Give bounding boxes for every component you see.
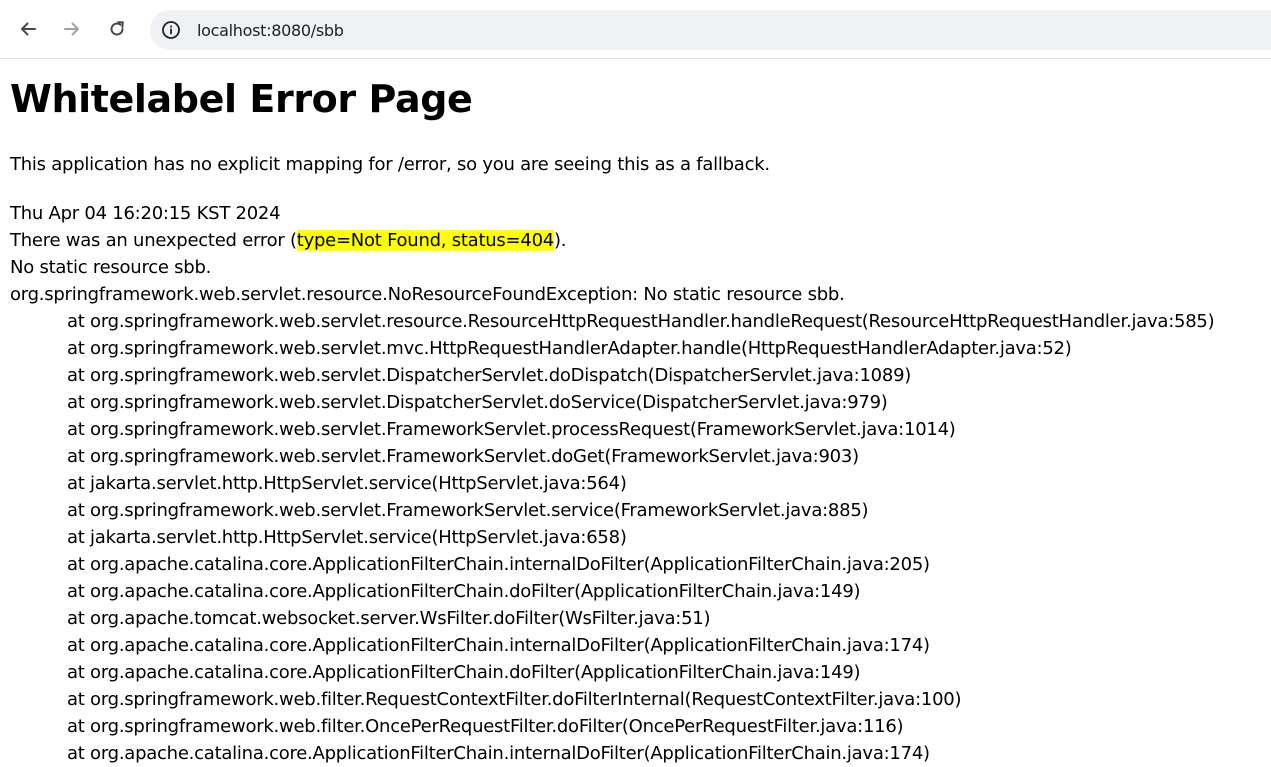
stack-trace-line: at jakarta.servlet.http.HttpServlet.serv…	[67, 473, 627, 494]
arrow-left-icon	[21, 22, 36, 36]
error-details: Thu Apr 04 16:20:15 KST 2024 There was a…	[10, 200, 1215, 767]
error-message: No static resource sbb.	[10, 257, 212, 278]
stack-trace-line: at org.apache.catalina.core.ApplicationF…	[67, 635, 930, 656]
stack-trace-line: at jakarta.servlet.http.HttpServlet.serv…	[67, 527, 627, 548]
page-title: Whitelabel Error Page	[10, 77, 473, 121]
reload-button[interactable]	[101, 13, 133, 45]
reload-icon	[110, 21, 124, 36]
stack-trace: at org.springframework.web.servlet.resou…	[10, 308, 1215, 767]
stack-trace-line: at org.apache.catalina.core.ApplicationF…	[67, 662, 861, 683]
stack-trace-line: at org.springframework.web.servlet.Dispa…	[67, 392, 888, 413]
address-bar[interactable]: localhost:8080/sbb	[150, 10, 1271, 50]
stack-trace-line: at org.springframework.web.servlet.Frame…	[67, 446, 859, 467]
stack-trace-line: at org.springframework.web.filter.Reques…	[67, 689, 962, 710]
back-button[interactable]	[12, 13, 44, 45]
error-status-line: There was an unexpected error (type=Not …	[10, 227, 1214, 254]
exception-line: org.springframework.web.servlet.resource…	[10, 284, 845, 305]
error-timestamp: Thu Apr 04 16:20:15 KST 2024	[10, 203, 281, 224]
stack-trace-line: at org.apache.catalina.core.ApplicationF…	[67, 581, 861, 602]
url-text[interactable]: localhost:8080/sbb	[197, 21, 344, 40]
stack-trace-line: at org.springframework.web.filter.OncePe…	[67, 716, 904, 737]
stack-trace-line: at org.springframework.web.servlet.Frame…	[67, 419, 956, 440]
stack-trace-line: at org.apache.catalina.core.ApplicationF…	[67, 743, 930, 764]
stack-trace-line: at org.springframework.web.servlet.mvc.H…	[67, 338, 1072, 359]
stack-trace-line: at org.springframework.web.servlet.Frame…	[67, 500, 869, 521]
stack-trace-line: at org.springframework.web.servlet.Dispa…	[67, 365, 912, 386]
stack-trace-line: at org.springframework.web.servlet.resou…	[67, 311, 1215, 332]
fallback-message: This application has no explicit mapping…	[10, 154, 770, 175]
arrow-right-icon	[64, 22, 79, 36]
info-circle-icon	[162, 21, 180, 39]
stack-trace-line: at org.apache.catalina.core.ApplicationF…	[67, 554, 930, 575]
error-suffix: ).	[553, 230, 567, 251]
forward-button[interactable]	[56, 13, 88, 45]
error-type-status: type=Not Found, status=404	[296, 230, 554, 251]
stack-trace-line: at org.apache.tomcat.websocket.server.Ws…	[67, 608, 711, 629]
browser-toolbar: localhost:8080/sbb	[0, 0, 1271, 59]
site-info-button[interactable]	[159, 18, 183, 42]
error-prefix: There was an unexpected error (	[10, 230, 297, 251]
